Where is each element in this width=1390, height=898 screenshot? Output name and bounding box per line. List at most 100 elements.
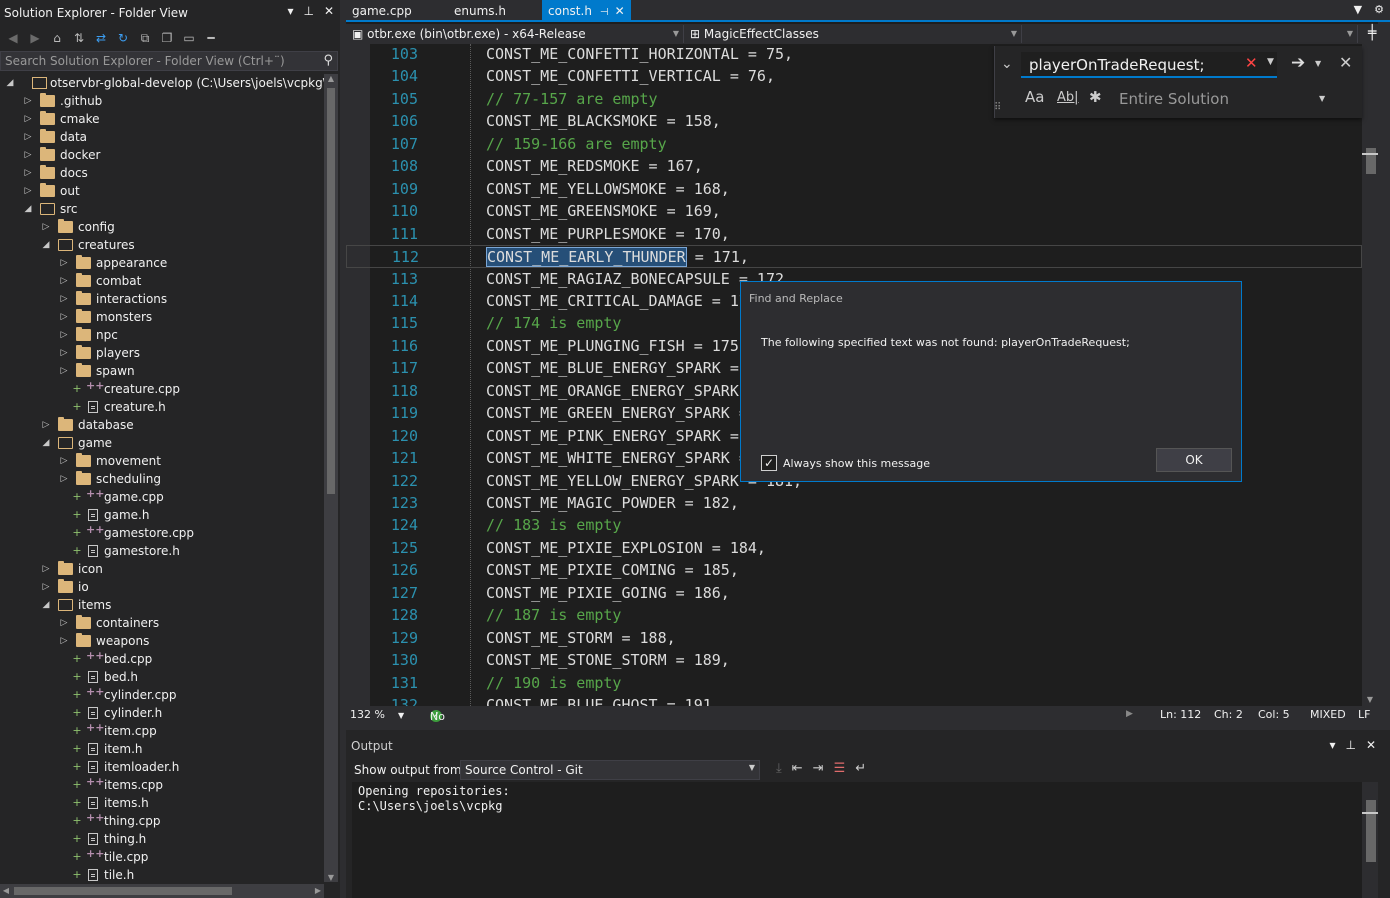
- collapsed-arrow-icon[interactable]: ▷: [59, 362, 69, 380]
- tree-item[interactable]: + items.h: [0, 794, 324, 812]
- collapsed-arrow-icon[interactable]: ▷: [59, 614, 69, 632]
- collapsed-arrow-icon[interactable]: ▷: [23, 182, 33, 200]
- resize-grip-icon[interactable]: ⠿: [994, 102, 1001, 113]
- scroll-down-icon[interactable]: ▼: [324, 873, 338, 882]
- use-regex-toggle-icon[interactable]: ✱: [1089, 88, 1102, 106]
- tab-const-h[interactable]: const.h ⊣ ✕: [542, 0, 631, 20]
- tree-item[interactable]: + ++ game.cpp: [0, 488, 324, 506]
- tree-item[interactable]: + gamestore.h: [0, 542, 324, 560]
- tree-item[interactable]: + ++ bed.cpp: [0, 650, 324, 668]
- split-editor-icon[interactable]: ╪: [1368, 25, 1376, 41]
- code-line[interactable]: 129 CONST_ME_STORM = 188,: [346, 627, 1362, 650]
- scrollbar-thumb[interactable]: [327, 88, 335, 494]
- code-line[interactable]: 131 // 190 is empty: [346, 672, 1362, 695]
- collapsed-arrow-icon[interactable]: ▷: [41, 218, 51, 236]
- project-dropdown[interactable]: ▣ otbr.exe (bin\otbr.exe) - x64-Release …: [348, 25, 684, 43]
- collapsed-arrow-icon[interactable]: ▷: [23, 128, 33, 146]
- code-line[interactable]: 124 // 183 is empty: [346, 514, 1362, 537]
- collapsed-arrow-icon[interactable]: ▷: [41, 416, 51, 434]
- always-show-checkbox[interactable]: ✓: [761, 455, 777, 471]
- tree-item[interactable]: ▷ npc: [0, 326, 324, 344]
- code-line[interactable]: 132 CONST_ME_BLUE_GHOST = 191,: [346, 694, 1362, 706]
- expanded-arrow-icon[interactable]: ◢: [23, 200, 33, 218]
- collapsed-arrow-icon[interactable]: ▷: [59, 254, 69, 272]
- code-line[interactable]: 107 // 159-166 are empty: [346, 133, 1362, 156]
- tree-item[interactable]: + creature.h: [0, 398, 324, 416]
- tree-item[interactable]: ▷ out: [0, 182, 324, 200]
- tree-item[interactable]: ▷ io: [0, 578, 324, 596]
- solution-explorer-search-input[interactable]: Search Solution Explorer - Folder View (…: [0, 51, 338, 71]
- code-line[interactable]: 123 CONST_ME_MAGIC_POWDER = 182,: [346, 492, 1362, 515]
- col-indicator[interactable]: Col: 5: [1258, 708, 1290, 721]
- scroll-up-icon[interactable]: ▲: [324, 74, 338, 83]
- previous-message-icon[interactable]: ⇤: [792, 761, 803, 776]
- zoom-level[interactable]: 132 %: [350, 708, 385, 721]
- editor-vertical-scrollbar[interactable]: ▼: [1362, 44, 1378, 706]
- tree-item[interactable]: + game.h: [0, 506, 324, 524]
- tree-item[interactable]: ◢ creatures: [0, 236, 324, 254]
- tree-item[interactable]: ▷ containers: [0, 614, 324, 632]
- collapsed-arrow-icon[interactable]: ▷: [59, 308, 69, 326]
- scope-dropdown[interactable]: ⊞ MagicEffectClasses ▼: [686, 25, 1022, 43]
- zoom-dropdown-icon[interactable]: ▼: [398, 711, 404, 720]
- back-icon[interactable]: ◀: [6, 31, 20, 45]
- window-options-icon[interactable]: ▾: [287, 4, 293, 18]
- tree-item[interactable]: ▷ docker: [0, 146, 324, 164]
- next-message-icon[interactable]: ⇥: [813, 761, 824, 776]
- tree-item[interactable]: + ++ cylinder.cpp: [0, 686, 324, 704]
- close-tab-icon[interactable]: ✕: [615, 4, 625, 18]
- code-line[interactable]: 112 CONST_ME_EARLY_THUNDER = 171,: [346, 245, 1362, 268]
- tab-enums-h[interactable]: enums.h: [448, 0, 512, 20]
- code-line[interactable]: 127 CONST_ME_PIXIE_GOING = 186,: [346, 582, 1362, 605]
- tree-item[interactable]: ▷ spawn: [0, 362, 324, 380]
- code-line[interactable]: 110 CONST_ME_GREENSMOKE = 169,: [346, 200, 1362, 223]
- collapsed-arrow-icon[interactable]: ▷: [41, 578, 51, 596]
- tabs-mode-indicator[interactable]: MIXED: [1310, 708, 1346, 721]
- tree-item[interactable]: + cylinder.h: [0, 704, 324, 722]
- tree-item[interactable]: ◢ src: [0, 200, 324, 218]
- tree-item[interactable]: + thing.h: [0, 830, 324, 848]
- expanded-arrow-icon[interactable]: ◢: [41, 236, 51, 254]
- line-ending-indicator[interactable]: LF: [1358, 708, 1370, 721]
- tree-item[interactable]: ▷ appearance: [0, 254, 324, 272]
- tree-item[interactable]: + ++ thing.cpp: [0, 812, 324, 830]
- scroll-right-icon[interactable]: ▶: [1126, 709, 1133, 719]
- close-icon[interactable]: ✕: [324, 4, 334, 18]
- properties-icon[interactable]: ▭: [182, 31, 196, 45]
- search-icon[interactable]: ⚲: [323, 53, 333, 68]
- tree-item[interactable]: + ++ tile.cpp: [0, 848, 324, 866]
- collapsed-arrow-icon[interactable]: ▷: [23, 146, 33, 164]
- pin-tab-icon[interactable]: ⊣: [600, 7, 609, 18]
- char-indicator[interactable]: Ch: 2: [1214, 708, 1243, 721]
- toggle-replace-chevron-icon[interactable]: ⌄: [1001, 56, 1013, 72]
- tab-list-dropdown-icon[interactable]: ▼: [1354, 3, 1362, 16]
- tab-game-cpp[interactable]: game.cpp: [346, 0, 418, 20]
- collapsed-arrow-icon[interactable]: ▷: [59, 344, 69, 362]
- scroll-down-icon[interactable]: ▼: [1362, 695, 1378, 704]
- sync-icon[interactable]: ⇄: [94, 31, 108, 45]
- close-icon[interactable]: ✕: [1366, 738, 1376, 752]
- collapsed-arrow-icon[interactable]: ▷: [59, 272, 69, 290]
- search-history-dropdown-icon[interactable]: ▼: [1267, 57, 1274, 67]
- tree-item[interactable]: ▷ icon: [0, 560, 324, 578]
- tree-item[interactable]: + bed.h: [0, 668, 324, 686]
- find-next-arrow-icon[interactable]: ➔: [1291, 53, 1305, 73]
- tree-item[interactable]: ▷ interactions: [0, 290, 324, 308]
- collapsed-arrow-icon[interactable]: ▷: [23, 110, 33, 128]
- tree-item[interactable]: ▷ monsters: [0, 308, 324, 326]
- find-input[interactable]: playerOnTradeRequest;: [1021, 52, 1277, 78]
- tree-item[interactable]: ▷ database: [0, 416, 324, 434]
- close-find-icon[interactable]: ✕: [1339, 53, 1352, 72]
- tree-item[interactable]: ◢ items: [0, 596, 324, 614]
- pin-icon[interactable]: ⊥: [1345, 738, 1355, 752]
- expanded-arrow-icon[interactable]: ◢: [5, 74, 15, 92]
- tree-item[interactable]: + item.h: [0, 740, 324, 758]
- search-scope-dropdown[interactable]: Entire Solution: [1119, 90, 1229, 108]
- collapsed-arrow-icon[interactable]: ▷: [59, 470, 69, 488]
- scroll-left-icon[interactable]: ◀: [0, 884, 12, 898]
- scroll-right-icon[interactable]: ▶: [312, 884, 324, 898]
- expanded-arrow-icon[interactable]: ◢: [41, 434, 51, 452]
- tree-item[interactable]: + ++ items.cpp: [0, 776, 324, 794]
- home-icon[interactable]: ⌂: [50, 31, 64, 45]
- code-line[interactable]: 128 // 187 is empty: [346, 604, 1362, 627]
